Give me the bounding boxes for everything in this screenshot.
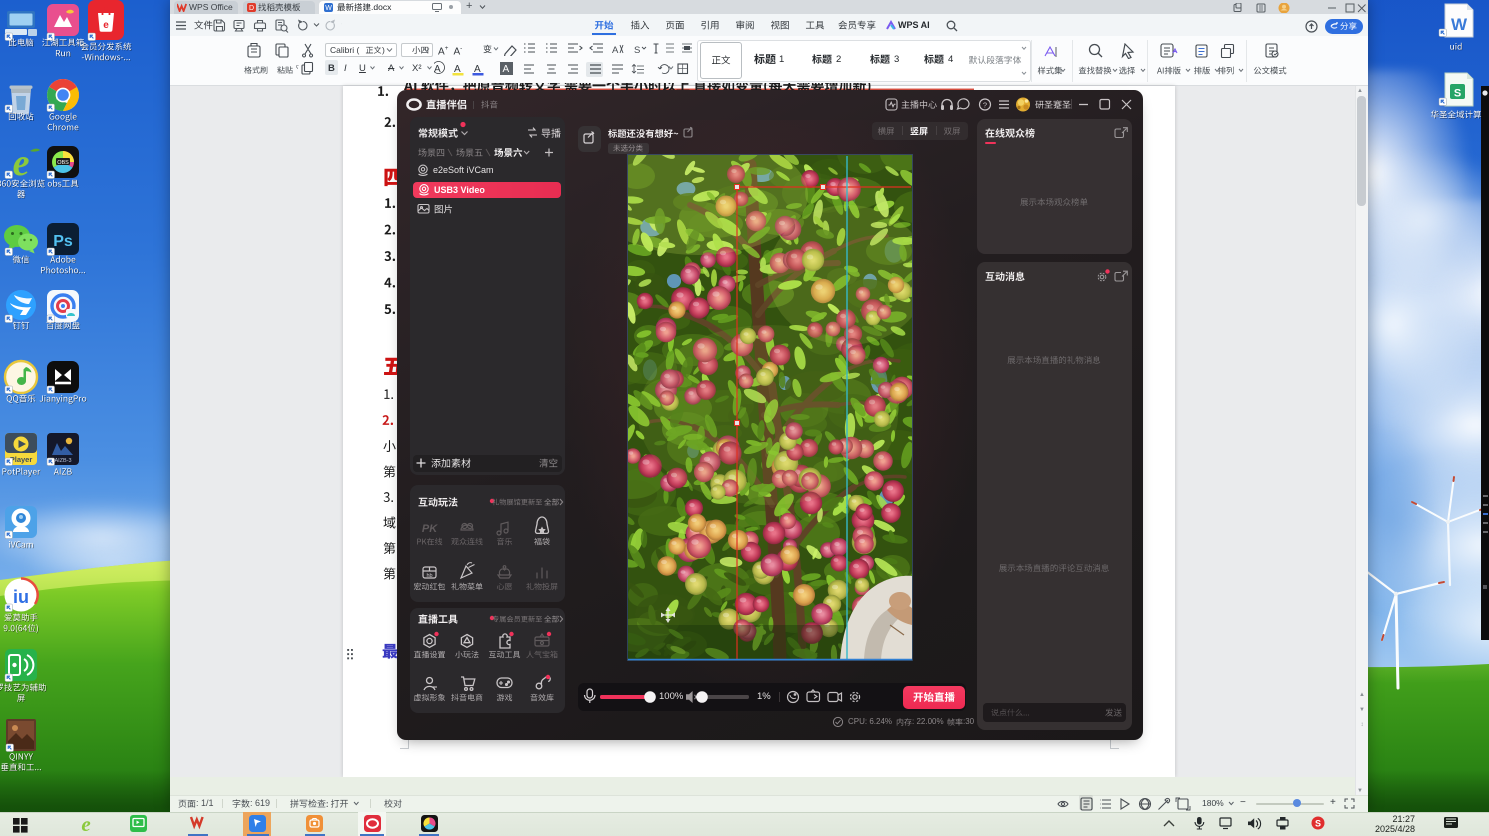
svg-text:S: S: [1454, 88, 1461, 100]
svg-text:W: W: [325, 5, 332, 12]
svg-text:Player: Player: [10, 455, 33, 464]
svg-text:A: A: [503, 64, 510, 75]
svg-text:A: A: [612, 45, 619, 56]
svg-text:e: e: [103, 20, 109, 31]
svg-text:S: S: [634, 45, 640, 56]
svg-text:D: D: [249, 5, 254, 12]
svg-text:iu: iu: [13, 587, 29, 607]
svg-text:Ps: Ps: [53, 233, 73, 250]
svg-text:W: W: [1451, 15, 1468, 34]
svg-text:OBS: OBS: [57, 160, 69, 166]
svg-text:AIZB-3: AIZB-3: [54, 458, 71, 464]
svg-text:e: e: [13, 142, 30, 184]
